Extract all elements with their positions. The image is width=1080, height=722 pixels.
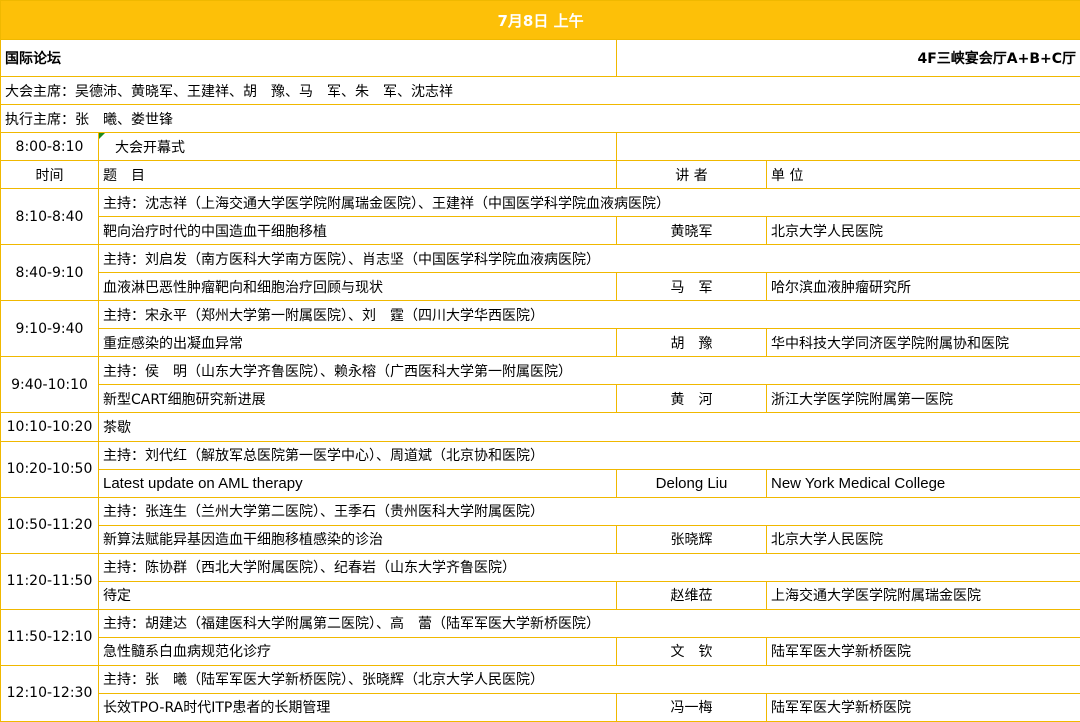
session-topic: 重症感染的出凝血异常 [98,328,617,358]
session-host-row: 9:10-9:40 主持：宋永平（郑州大学第一附属医院）、刘 霆（四川大学华西医院… [0,300,1080,358]
session-topic: 新算法赋能异基因造血干细胞移植感染的诊治 [98,524,617,554]
session-talk-row: 急性髓系白血病规范化诊疗文 钦陆军军医大学新桥医院 [1,636,1080,666]
general-chairs: 大会主席：吴德沛、黄晓军、王建祥、胡 豫、马 军、朱 军、沈志祥 [0,76,1080,106]
forum-row: 国际论坛 4F三峡宴会厅A+B+C厅 [0,39,1080,78]
session-talk-row: 长效TPO-RA时代ITP患者的长期管理 冯一梅 陆军军医大学新桥医院 [1,692,1080,722]
session-time: 11:20-11:50 [0,552,99,610]
session-host: 主持：陈协群（西北大学附属医院）、纪春岩（山东大学齐鲁医院） [97,552,1080,582]
column-header-row: 时间 题 目 讲 者 单 位 [0,160,1080,190]
session-time: 8:40-9:10 [0,244,99,302]
session-talk-row: 重症感染的出凝血异常胡 豫华中科技大学同济医学院附属协和医院 [1,328,1080,358]
general-chairs-row: 大会主席：吴德沛、黄晓军、王建祥、胡 豫、马 军、朱 军、沈志祥 [0,76,1080,106]
session-time: 9:40-10:10 [0,356,99,414]
col-unit-header: 单 位 [765,160,1080,190]
opening-time: 8:00-8:10 [0,132,99,162]
break-label: 茶歇 [97,412,1080,442]
session-talk-row: Latest update on AML therapy Delong Liu Ne… [1,468,1080,498]
session-host: 主持：胡建达（福建医科大学附属第二医院）、高 蕾（陆军军医大学新桥医院） [97,608,1080,638]
break-row: 10:10-10:20 茶歇 [0,412,1080,442]
session-talk-row: 靶向治疗时代的中国造血干细胞移植 黄晓军 北京大学人民医院 [1,216,1080,246]
session-host: 主持：宋永平（郑州大学第一附属医院）、刘 霆（四川大学华西医院） [97,300,1080,330]
opening-row: 8:00-8:10 大会开幕式 [0,132,1080,162]
session-time: 12:10-12:30 [0,664,99,722]
session-talk-row: 待定 赵维莅 上海交通大学医学院附属瑞金医院 [1,580,1080,610]
session-speaker: 赵维莅 [616,580,767,610]
session-unit: New York Medical College [765,468,1080,498]
session-unit: 陆军军医大学新桥医院 [765,636,1080,666]
session-unit: 陆军军医大学新桥医院 [765,692,1080,722]
session-speaker: 马 军 [616,272,767,302]
session-host: 主持：沈志祥（上海交通大学医学院附属瑞金医院）、王建祥（中国医学科学院血液病医院… [97,188,1080,218]
session-host-row: 8:40-9:10 主持：刘启发（南方医科大学南方医院）、肖志坚（中国医学科学院血… [0,244,1080,302]
session-speaker: 文 钦 [616,636,767,666]
session-topic: 急性髓系白血病规范化诊疗 [98,636,617,666]
executive-chairs-row: 执行主席：张 曦、娄世锋 [0,104,1080,134]
session-time: 11:50-12:10 [0,608,99,666]
session-speaker: 张晓辉 [616,524,767,554]
session-host: 主持：刘代红（解放军总医院第一医学中心）、周道斌（北京协和医院） [97,440,1080,470]
forum-name: 国际论坛 [0,39,617,78]
session-host-row: 9:40-10:10 主持：侯 明（山东大学齐鲁医院）、赖永榕（广西医科大学第一附… [0,356,1080,414]
comment-marker-icon [99,133,105,140]
col-topic-header: 题 目 [98,160,617,190]
session-speaker: 黄 河 [616,384,767,414]
session-speaker: 黄晓军 [616,216,767,246]
session-time: 9:10-9:40 [0,300,99,358]
session-speaker: 冯一梅 [616,692,767,722]
session-topic: 待定 [98,580,617,610]
session-unit: 上海交通大学医学院附属瑞金医院 [765,580,1080,610]
session-talk-row: 血液淋巴恶性肿瘤靶向和细胞治疗回顾与现状马 军哈尔滨血液肿瘤研究所 [1,272,1080,302]
opening-title-cell: 大会开幕式 [98,132,617,162]
session-host: 主持：侯 明（山东大学齐鲁医院）、赖永榕（广西医科大学第一附属医院） [97,356,1080,386]
session-host-row: 10:50-11:20 主持：张连生（兰州大学第二医院）、王季石（贵州医科大学附属… [0,496,1080,554]
session-topic: 靶向治疗时代的中国造血干细胞移植 [98,216,617,246]
session-topic: 长效TPO-RA时代ITP患者的长期管理 [98,692,617,722]
session-talk-row: 新算法赋能异基因造血干细胞移植感染的诊治 张晓辉 北京大学人民医院 [1,524,1080,554]
schedule-table: 7月8日 上午 国际论坛 4F三峡宴会厅A+B+C厅 大会主席：吴德沛、黄晓军、… [0,0,1080,722]
session-host-row: 11:20-11:50 主持：陈协群（西北大学附属医院）、纪春岩（山东大学齐鲁医院… [0,552,1080,610]
session-host-row: 11:50-12:10 主持：胡建达（福建医科大学附属第二医院）、高 蕾（陆军军医… [0,608,1080,666]
session-topic: 血液淋巴恶性肿瘤靶向和细胞治疗回顾与现状 [98,272,617,302]
opening-blank [615,132,1080,162]
session-host: 主持：刘启发（南方医科大学南方医院）、肖志坚（中国医学科学院血液病医院） [97,244,1080,274]
executive-chairs: 执行主席：张 曦、娄世锋 [0,104,1080,134]
session-host-row: 8:10-8:40 主持：沈志祥（上海交通大学医学院附属瑞金医院）、王建祥（中国医… [0,188,1080,246]
session-speaker: Delong Liu [616,468,767,498]
session-host: 主持：张连生（兰州大学第二医院）、王季石（贵州医科大学附属医院） [97,496,1080,526]
session-unit: 浙江大学医学院附属第一医院 [765,384,1080,414]
session-host-row: 10:20-10:50 主持：刘代红（解放军总医院第一医学中心）、周道斌（北京协和… [0,440,1080,498]
session-time: 8:10-8:40 [0,188,99,246]
forum-venue: 4F三峡宴会厅A+B+C厅 [615,39,1080,78]
session-unit: 北京大学人民医院 [765,524,1080,554]
session-host-row: 12:10-12:30 主持：张 曦（陆军军医大学新桥医院）、张晓辉（北京大学人民… [0,664,1080,722]
session-topic: Latest update on AML therapy [98,468,617,498]
session-topic: 新型CART细胞研究新进展 [98,384,617,414]
col-time-header: 时间 [0,160,99,190]
col-speaker-header: 讲 者 [616,160,767,190]
header-row: 7月8日 上午 [0,0,1080,41]
session-unit: 哈尔滨血液肿瘤研究所 [765,272,1080,302]
session-talk-row: 新型CART细胞研究新进展黄 河浙江大学医学院附属第一医院 [1,384,1080,414]
session-unit: 北京大学人民医院 [765,216,1080,246]
session-speaker: 胡 豫 [616,328,767,358]
opening-title: 大会开幕式 [115,139,185,156]
date-header: 7月8日 上午 [0,0,1080,41]
session-time: 10:10-10:20 [0,412,99,442]
session-host: 主持：张 曦（陆军军医大学新桥医院）、张晓辉（北京大学人民医院） [97,664,1080,694]
session-time: 10:20-10:50 [0,440,99,498]
session-unit: 华中科技大学同济医学院附属协和医院 [765,328,1080,358]
session-time: 10:50-11:20 [0,496,99,554]
